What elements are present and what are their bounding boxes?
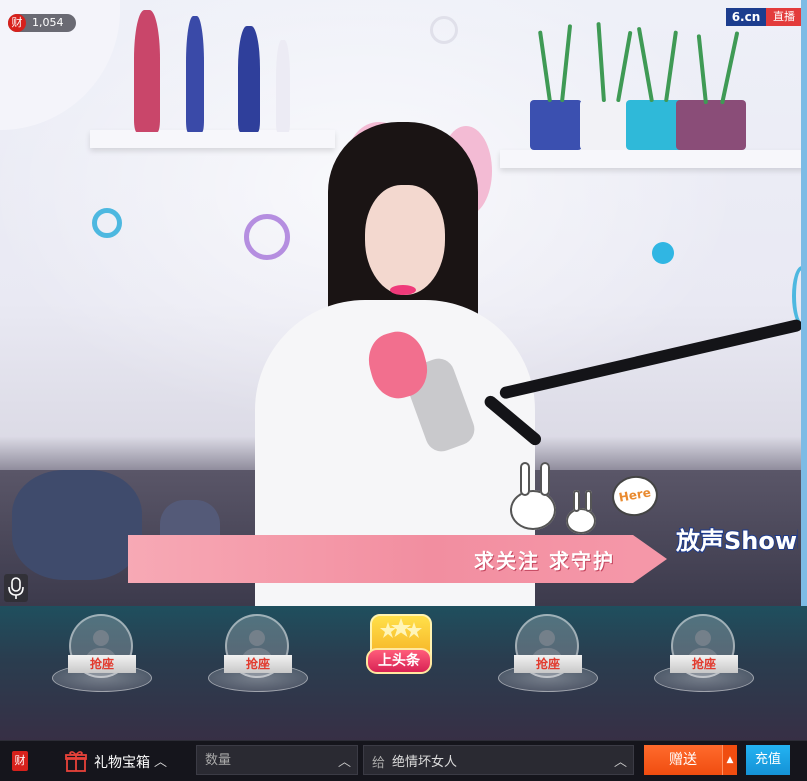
seat-slot-1[interactable]: 抢座 (52, 614, 152, 704)
recipient-field[interactable]: 给 ︿ (363, 745, 634, 775)
live-badge: 直播 (766, 8, 802, 26)
quantity-field[interactable]: ︿ (196, 745, 358, 775)
banner-text: 求关注 求守护 (474, 549, 615, 573)
gift-box-button[interactable]: 礼物宝箱 ︿ (62, 747, 182, 775)
wealth-count: 1,054 (32, 16, 64, 29)
plant-pot (676, 100, 746, 150)
microphone-icon (8, 577, 24, 599)
seat-slot-3[interactable]: 抢座 (498, 614, 598, 704)
grab-seat-button[interactable]: 抢座 (670, 655, 738, 673)
show-logo: 放声Show唱 (676, 526, 798, 556)
bunny-sticker (566, 508, 596, 534)
seat-slot-4[interactable]: 抢座 (654, 614, 754, 704)
recipient-input[interactable] (364, 746, 633, 774)
wealth-icon: 财 (8, 14, 26, 32)
headline-label: 上头条 (366, 648, 432, 674)
send-gift-button[interactable]: 赠送 (644, 745, 722, 775)
seat-slot-2[interactable]: 抢座 (208, 614, 308, 704)
grab-seat-button[interactable]: 抢座 (514, 655, 582, 673)
recharge-button[interactable]: 充值 (746, 745, 790, 775)
shelf-left (90, 130, 335, 148)
bunny-ear (585, 490, 592, 512)
wall-ring-decoration (244, 214, 290, 260)
bunny-sticker (510, 490, 556, 530)
wall-ring-decoration (92, 208, 122, 238)
chevron-up-icon[interactable]: ︿ (338, 751, 351, 770)
headline-button[interactable]: 上头条 (366, 614, 434, 694)
video-stream[interactable]: Here 求关注 求守护 放声Show唱 财 1,054 6.cn 直播 (0, 0, 807, 606)
chevron-up-icon[interactable]: ︿ (614, 751, 627, 770)
wealth-counter[interactable]: 财 1,054 (8, 14, 76, 32)
follow-banner: 求关注 求守护 (128, 535, 667, 583)
wall-dot-decoration (652, 242, 674, 264)
vase (238, 26, 260, 132)
bunny-ear (540, 462, 550, 496)
wall-ring-decoration (430, 16, 458, 44)
gift-toolbar: 财 礼物宝箱 ︿ ︿ 给 ︿ 赠送 ▲ 充值 (0, 740, 807, 781)
bunny-ear (520, 462, 530, 496)
side-edge-bar (801, 0, 807, 606)
vase (276, 40, 290, 132)
shelf-right (500, 150, 807, 168)
gift-box-label: 礼物宝箱 (94, 755, 150, 771)
person-face (365, 185, 445, 295)
vase (186, 16, 204, 132)
wealth-icon[interactable]: 财 (12, 751, 28, 771)
person-lips (390, 285, 416, 295)
pillow (12, 470, 142, 580)
vase (134, 10, 160, 132)
microphone-button[interactable] (4, 574, 28, 602)
plant-pot (530, 100, 582, 150)
brand-site: 6.cn (726, 8, 766, 26)
send-options-dropdown[interactable]: ▲ (722, 745, 737, 775)
show-logo-text: 放声Show唱 (676, 527, 798, 555)
quantity-input[interactable] (197, 746, 357, 774)
bunny-ear (573, 490, 580, 512)
grab-seat-button[interactable]: 抢座 (68, 655, 136, 673)
gift-icon (65, 751, 87, 772)
brand-badge: 6.cn 直播 (726, 8, 802, 26)
stars-icon (380, 618, 422, 638)
grab-seat-button[interactable]: 抢座 (224, 655, 292, 673)
chevron-up-icon: ︿ (154, 755, 168, 770)
